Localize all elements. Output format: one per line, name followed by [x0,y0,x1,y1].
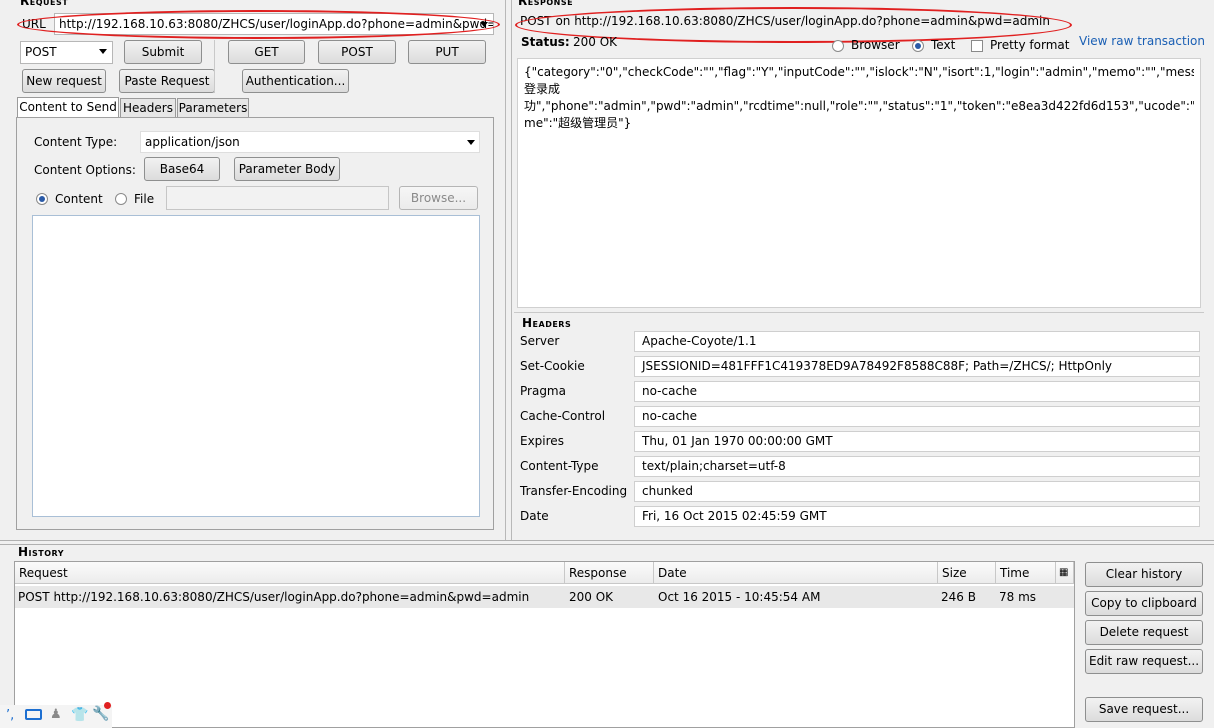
history-splitter[interactable] [0,540,1214,541]
content-type-label: Content Type: [34,135,118,149]
header-value: chunked [634,481,1200,502]
tab-content-to-send[interactable]: Content to Send [17,97,119,117]
header-name: Cache-Control [520,409,606,423]
notification-dot-icon [104,702,111,709]
header-name: Transfer-Encoding [520,484,628,498]
new-request-button[interactable]: New request [22,69,106,93]
response-splitter[interactable] [514,312,1204,313]
punctuation-icon[interactable]: ’, [6,708,14,723]
response-body-line: 登录成 [524,82,561,96]
file-radio-label: File [134,192,155,206]
column-header-date[interactable]: Date [654,562,938,584]
toolbar-divider [214,40,215,93]
view-text-radio[interactable] [912,40,924,52]
response-body-line: 功","phone":"admin","pwd":"admin","rcdtim… [524,99,1194,113]
main-splitter[interactable] [505,0,506,540]
header-name: Expires [520,434,564,448]
pretty-format-label: Pretty format [990,38,1070,52]
status-label: Status: [521,35,570,49]
header-value: text/plain;charset=utf-8 [634,456,1200,477]
header-value: Thu, 01 Jan 1970 00:00:00 GMT [634,431,1200,452]
header-row: Content-Type text/plain;charset=utf-8 [514,455,1204,480]
column-header-time[interactable]: Time [996,562,1056,584]
column-header-request[interactable]: Request [15,562,565,584]
header-value: Fri, 16 Oct 2015 02:45:59 GMT [634,506,1200,527]
keyboard-icon[interactable] [25,709,42,720]
column-header-response[interactable]: Response [565,562,654,584]
history-cell-date: Oct 16 2015 - 10:45:54 AM [658,590,821,604]
response-body-line: {"category":"0","checkCode":"","flag":"Y… [524,65,1194,79]
view-raw-link[interactable]: View raw transaction [1079,34,1205,48]
edit-raw-request-button[interactable]: Edit raw request... [1085,649,1203,674]
pretty-format-checkbox[interactable] [971,40,983,52]
header-value: no-cache [634,381,1200,402]
header-value: JSESSIONID=481FFF1C419378ED9A78492F8588C… [634,356,1200,377]
history-cell-size: 246 B [941,590,976,604]
header-row: Server Apache-Coyote/1.1 [514,330,1204,355]
header-row: Expires Thu, 01 Jan 1970 00:00:00 GMT [514,430,1204,455]
header-name: Content-Type [520,459,599,473]
content-radio-label: Content [55,192,103,206]
clear-history-button[interactable]: Clear history [1085,562,1203,587]
content-options-label: Content Options: [34,163,136,177]
content-type-select[interactable]: application/json [140,131,480,153]
header-name: Date [520,509,549,523]
header-row: Set-Cookie JSESSIONID=481FFF1C419378ED9A… [514,355,1204,380]
file-path-input[interactable] [166,186,389,210]
header-name: Server [520,334,560,348]
tab-parameters[interactable]: Parameters [177,98,249,117]
response-section-title: Response [518,0,574,8]
main-splitter-2 [511,0,512,540]
column-header-size[interactable]: Size [938,562,996,584]
response-body-line: me":"超级管理员"} [524,116,632,130]
column-chooser-icon[interactable]: ▦ [1056,562,1074,584]
save-request-button[interactable]: Save request... [1085,697,1203,722]
request-body-textarea[interactable] [32,215,480,517]
history-splitter-2 [0,544,1214,545]
submit-button[interactable]: Submit [124,40,202,64]
view-browser-label: Browser [851,38,900,52]
tab-headers[interactable]: Headers [120,98,176,117]
user-icon[interactable]: ♟ [50,707,62,722]
headers-section-title: Headers [522,316,572,330]
method-dropdown-icon[interactable] [99,49,107,54]
header-name: Pragma [520,384,566,398]
header-row: Cache-Control no-cache [514,405,1204,430]
view-text-label: Text [931,38,956,52]
content-radio[interactable] [36,193,48,205]
parameter-body-button[interactable]: Parameter Body [234,157,340,181]
base64-button[interactable]: Base64 [144,157,220,181]
content-type-dropdown-icon[interactable] [467,140,475,145]
get-button[interactable]: GET [228,40,305,64]
header-name: Set-Cookie [520,359,585,373]
response-body: {"category":"0","checkCode":"","flag":"Y… [517,58,1201,308]
url-annotation-oval [17,10,500,39]
history-section-title: History [18,545,65,559]
put-button[interactable]: PUT [408,40,486,64]
file-radio[interactable] [115,193,127,205]
header-value: Apache-Coyote/1.1 [634,331,1200,352]
skin-shirt-icon[interactable]: 👕 [71,707,88,723]
history-cell-request: POST http://192.168.10.63:8080/ZHCS/user… [18,590,530,604]
history-cell-time: 78 ms [999,590,1037,604]
header-row: Transfer-Encoding chunked [514,480,1204,505]
status-value: 200 OK [573,35,618,49]
authentication-button[interactable]: Authentication... [242,69,349,93]
copy-to-clipboard-button[interactable]: Copy to clipboard [1085,591,1203,616]
header-value: no-cache [634,406,1200,427]
history-cell-response: 200 OK [569,590,614,604]
browse-button[interactable]: Browse... [399,186,478,210]
request-section-title: Request [20,0,69,8]
header-row: Pragma no-cache [514,380,1204,405]
post-button[interactable]: POST [318,40,396,64]
header-row: Date Fri, 16 Oct 2015 02:45:59 GMT [514,505,1204,530]
delete-request-button[interactable]: Delete request [1085,620,1203,645]
view-browser-radio[interactable] [832,40,844,52]
paste-request-button[interactable]: Paste Request [119,69,215,93]
